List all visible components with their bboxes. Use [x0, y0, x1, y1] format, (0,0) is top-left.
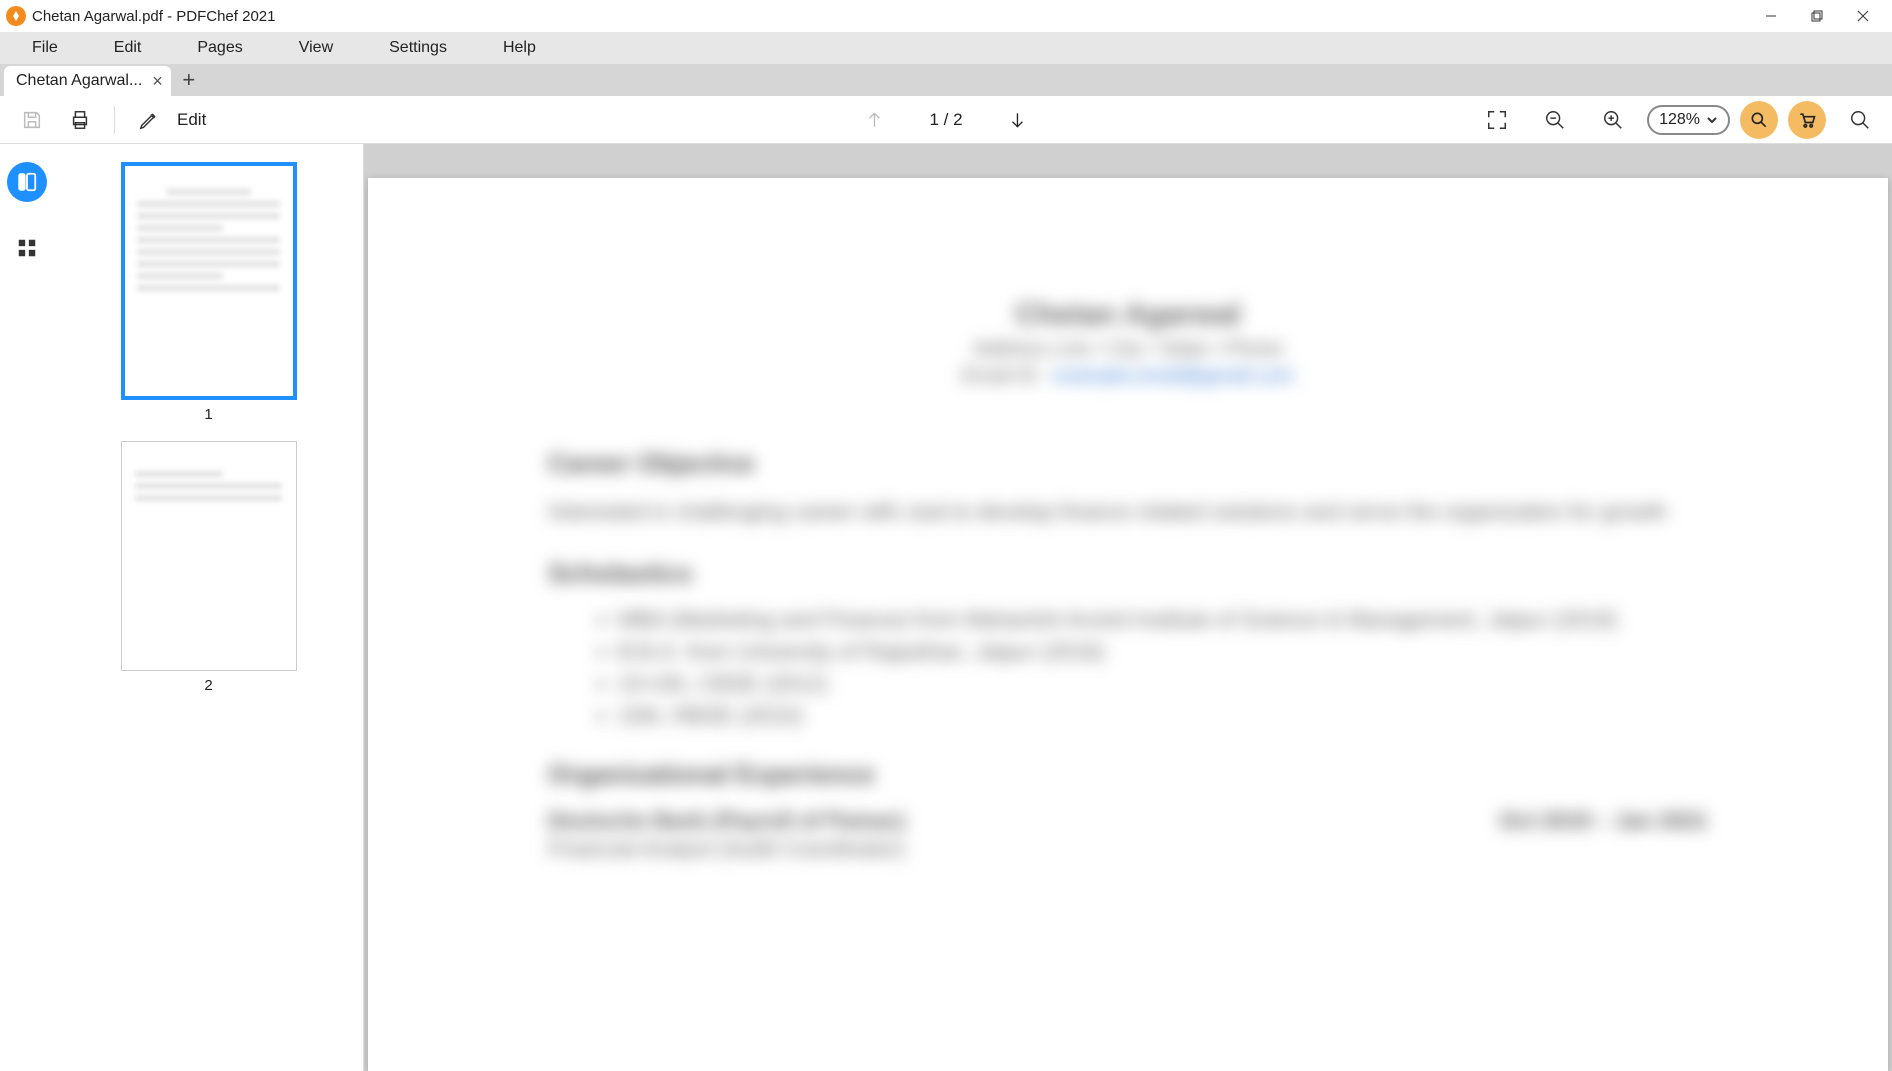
maximize-button[interactable] [1794, 1, 1840, 31]
save-button[interactable] [14, 102, 50, 138]
right-toolbar-group: 128% [1473, 101, 1884, 139]
zoom-level-select[interactable]: 128% [1647, 105, 1730, 135]
edit-pencil-icon[interactable] [131, 102, 167, 138]
doc-job-company: Deutsche Bank (Payroll of Pamac) [548, 808, 905, 834]
prev-page-button[interactable] [859, 105, 889, 135]
close-button[interactable] [1840, 1, 1886, 31]
search-button[interactable] [1842, 102, 1878, 138]
app-icon [6, 6, 26, 26]
side-rail [0, 144, 54, 1071]
thumbnail-1-wrap: 1 [121, 162, 297, 423]
zoom-value: 128% [1659, 111, 1700, 129]
pdf-page: Chetan Agarwal Address Line • City • Sta… [368, 178, 1888, 1071]
workspace: 1 2 Chetan Agarwal Address Line • City •… [0, 144, 1892, 1071]
grid-view-toggle[interactable] [7, 228, 47, 268]
doc-job-dates: Oct 2019 – Jan 2021 [1499, 808, 1708, 834]
doc-edu-item: 10+2th, CBSE (2012) [618, 671, 1708, 697]
doc-section2-title: Scholastics [548, 558, 1708, 589]
find-button[interactable] [1740, 101, 1778, 139]
menu-help[interactable]: Help [475, 35, 564, 61]
page-navigation: 1 / 2 [859, 105, 1032, 135]
thumbnail-2-wrap: 2 [121, 441, 297, 694]
zoom-in-button[interactable] [1595, 102, 1631, 138]
menu-settings[interactable]: Settings [361, 35, 475, 61]
doc-section3-title: Organizational Experience [548, 759, 1708, 790]
thumbnail-page-2[interactable] [121, 441, 297, 671]
toolbar: Edit 1 / 2 128% [0, 96, 1892, 144]
page-counter: 1 / 2 [929, 110, 962, 130]
fullscreen-button[interactable] [1479, 102, 1515, 138]
edit-mode-label[interactable]: Edit [177, 110, 206, 130]
print-button[interactable] [62, 102, 98, 138]
menu-pages[interactable]: Pages [169, 35, 270, 61]
tab-label: Chetan Agarwal... [16, 72, 142, 90]
doc-section1-body: Interested in challenging career with ze… [548, 497, 1708, 528]
doc-job-role: Financial Analyst (Audit Coordinator) [548, 834, 1708, 865]
zoom-out-button[interactable] [1537, 102, 1573, 138]
document-tab[interactable]: Chetan Agarwal... × [4, 66, 171, 96]
doc-email-label: Email ID : [962, 365, 1054, 387]
minimize-button[interactable] [1748, 1, 1794, 31]
next-page-button[interactable] [1003, 105, 1033, 135]
doc-contact: Address Line • City • State • Phone [548, 338, 1708, 361]
doc-name: Chetan Agarwal [548, 298, 1708, 332]
thumbnail-2-number: 2 [204, 677, 212, 694]
thumbnail-content [137, 183, 280, 379]
tab-close-icon[interactable]: × [152, 72, 163, 90]
doc-edu-item: 10th, RBSE (2010) [618, 703, 1708, 729]
doc-edu-item: B.B.A. from University of Rajasthan, Jai… [618, 639, 1708, 665]
thumbnail-1-number: 1 [204, 406, 212, 423]
doc-section1-title: Career Objective [548, 448, 1708, 479]
chevron-down-icon [1706, 114, 1718, 126]
menu-file[interactable]: File [4, 35, 86, 61]
thumbnail-panel: 1 2 [54, 144, 364, 1071]
toolbar-divider [114, 106, 115, 134]
window-title: Chetan Agarwal.pdf - PDFChef 2021 [32, 8, 275, 25]
menu-view[interactable]: View [271, 35, 361, 61]
thumbnail-page-1[interactable] [121, 162, 297, 400]
menubar: File Edit Pages View Settings Help [0, 32, 1892, 64]
doc-edu-item: MBA (Marketing and Finance) from Maharis… [618, 607, 1708, 633]
thumbnail-content [135, 465, 283, 556]
cart-button[interactable] [1788, 101, 1826, 139]
menu-edit[interactable]: Edit [86, 35, 170, 61]
doc-email: example.email@gmail.com [1054, 365, 1294, 387]
thumbnails-panel-toggle[interactable] [7, 162, 47, 202]
new-tab-button[interactable]: + [175, 66, 203, 94]
titlebar: Chetan Agarwal.pdf - PDFChef 2021 [0, 0, 1892, 32]
tab-strip: Chetan Agarwal... × + [0, 64, 1892, 96]
page-viewer[interactable]: Chetan Agarwal Address Line • City • Sta… [364, 144, 1892, 1071]
pdf-page-content: Chetan Agarwal Address Line • City • Sta… [548, 298, 1708, 865]
